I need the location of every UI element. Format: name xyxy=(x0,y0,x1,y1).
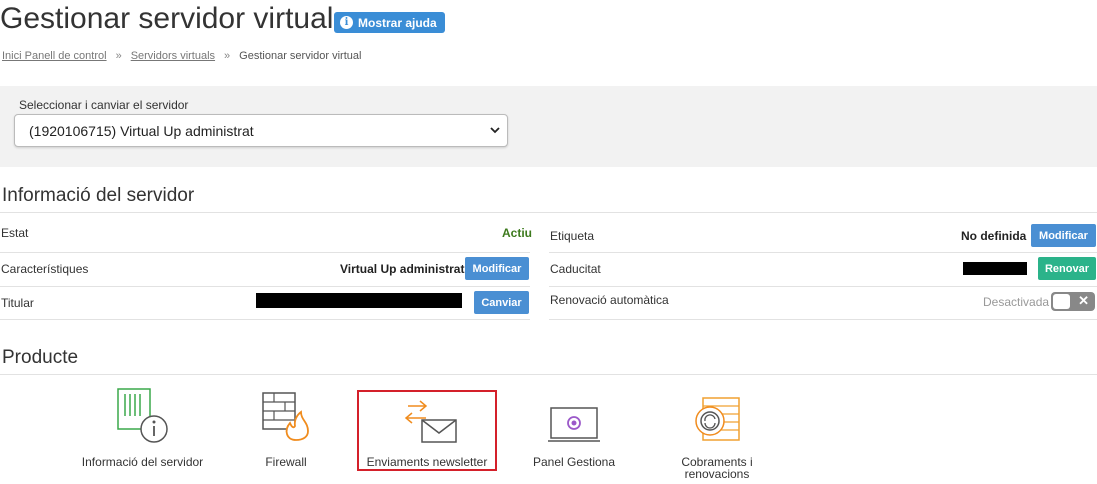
divider xyxy=(0,212,1097,213)
product-label: Enviaments newsletter xyxy=(366,455,488,469)
toggle-knob xyxy=(1053,294,1070,309)
info-icon: i xyxy=(340,16,353,29)
auto-renewal-label: Renovació automàtica xyxy=(550,293,669,307)
modify-label-button[interactable]: Modificar xyxy=(1031,224,1096,247)
modify-plan-button[interactable]: Modificar xyxy=(465,257,529,280)
chevron-down-icon xyxy=(490,127,500,134)
breadcrumb-separator: » xyxy=(224,50,231,62)
help-button[interactable]: i Mostrar ajuda xyxy=(334,12,445,33)
server-info-icon xyxy=(117,388,168,443)
divider xyxy=(0,286,530,287)
product-heading: Producte xyxy=(2,347,79,368)
renew-button[interactable]: Renovar xyxy=(1038,257,1096,280)
estat-label: Estat xyxy=(1,226,29,240)
breadcrumb-separator: » xyxy=(115,50,122,62)
product-label: Informació del servidor xyxy=(81,455,204,469)
close-icon: ✕ xyxy=(1078,293,1089,308)
product-server-info[interactable]: Informació del servidor xyxy=(70,384,215,476)
product-label: Firewall xyxy=(265,455,307,469)
help-button-label: Mostrar ajuda xyxy=(358,15,437,30)
product-newsletter[interactable]: Enviaments newsletter xyxy=(359,392,495,469)
auto-renewal-toggle[interactable]: ✕ xyxy=(1051,292,1095,311)
redacted-expiry-date xyxy=(963,262,1027,275)
titular-label: Titular xyxy=(1,296,34,310)
divider xyxy=(0,374,1097,375)
product-label: Cobraments i renovacions xyxy=(681,455,753,481)
status-badge: Actiu xyxy=(502,226,532,240)
product-firewall[interactable]: Firewall xyxy=(236,384,336,476)
product-label: Panel Gestiona xyxy=(532,455,616,469)
server-select[interactable]: (1920106715) Virtual Up administrat xyxy=(14,114,508,147)
firewall-icon xyxy=(262,392,309,441)
auto-renewal-status: Desactivada xyxy=(983,295,1050,309)
breadcrumb-current: Gestionar servidor virtual xyxy=(239,50,362,62)
redacted-owner xyxy=(256,293,462,308)
etiqueta-label: Etiqueta xyxy=(550,229,595,243)
laptop-icon xyxy=(548,407,600,442)
billing-icon xyxy=(695,397,740,441)
etiqueta-value: No definida xyxy=(961,229,1027,243)
server-selector-label: Seleccionar i canviar el servidor xyxy=(19,98,189,112)
caracteristiques-label: Característiques xyxy=(1,262,89,276)
product-panel-gestiona[interactable]: Panel Gestiona xyxy=(522,384,626,476)
change-owner-button[interactable]: Canviar xyxy=(474,291,529,314)
breadcrumb-link-servers[interactable]: Servidors virtuals xyxy=(131,50,215,62)
divider xyxy=(549,252,1097,253)
breadcrumb-link-home[interactable]: Inici Panell de control xyxy=(2,50,107,62)
breadcrumb: Inici Panell de control » Servidors virtua… xyxy=(2,50,361,62)
caducitat-label: Caducitat xyxy=(550,262,601,276)
server-select-value: (1920106715) Virtual Up administrat xyxy=(29,122,254,139)
product-billing[interactable]: Cobraments i renovacions xyxy=(660,384,774,484)
caracteristiques-value: Virtual Up administrat xyxy=(340,262,465,276)
page-title: Gestionar servidor virtual xyxy=(0,2,334,35)
divider xyxy=(549,286,1097,287)
divider xyxy=(549,319,1097,320)
divider xyxy=(0,252,530,253)
server-info-heading: Informació del servidor xyxy=(2,185,195,206)
divider xyxy=(0,319,530,320)
newsletter-icon xyxy=(404,400,457,443)
